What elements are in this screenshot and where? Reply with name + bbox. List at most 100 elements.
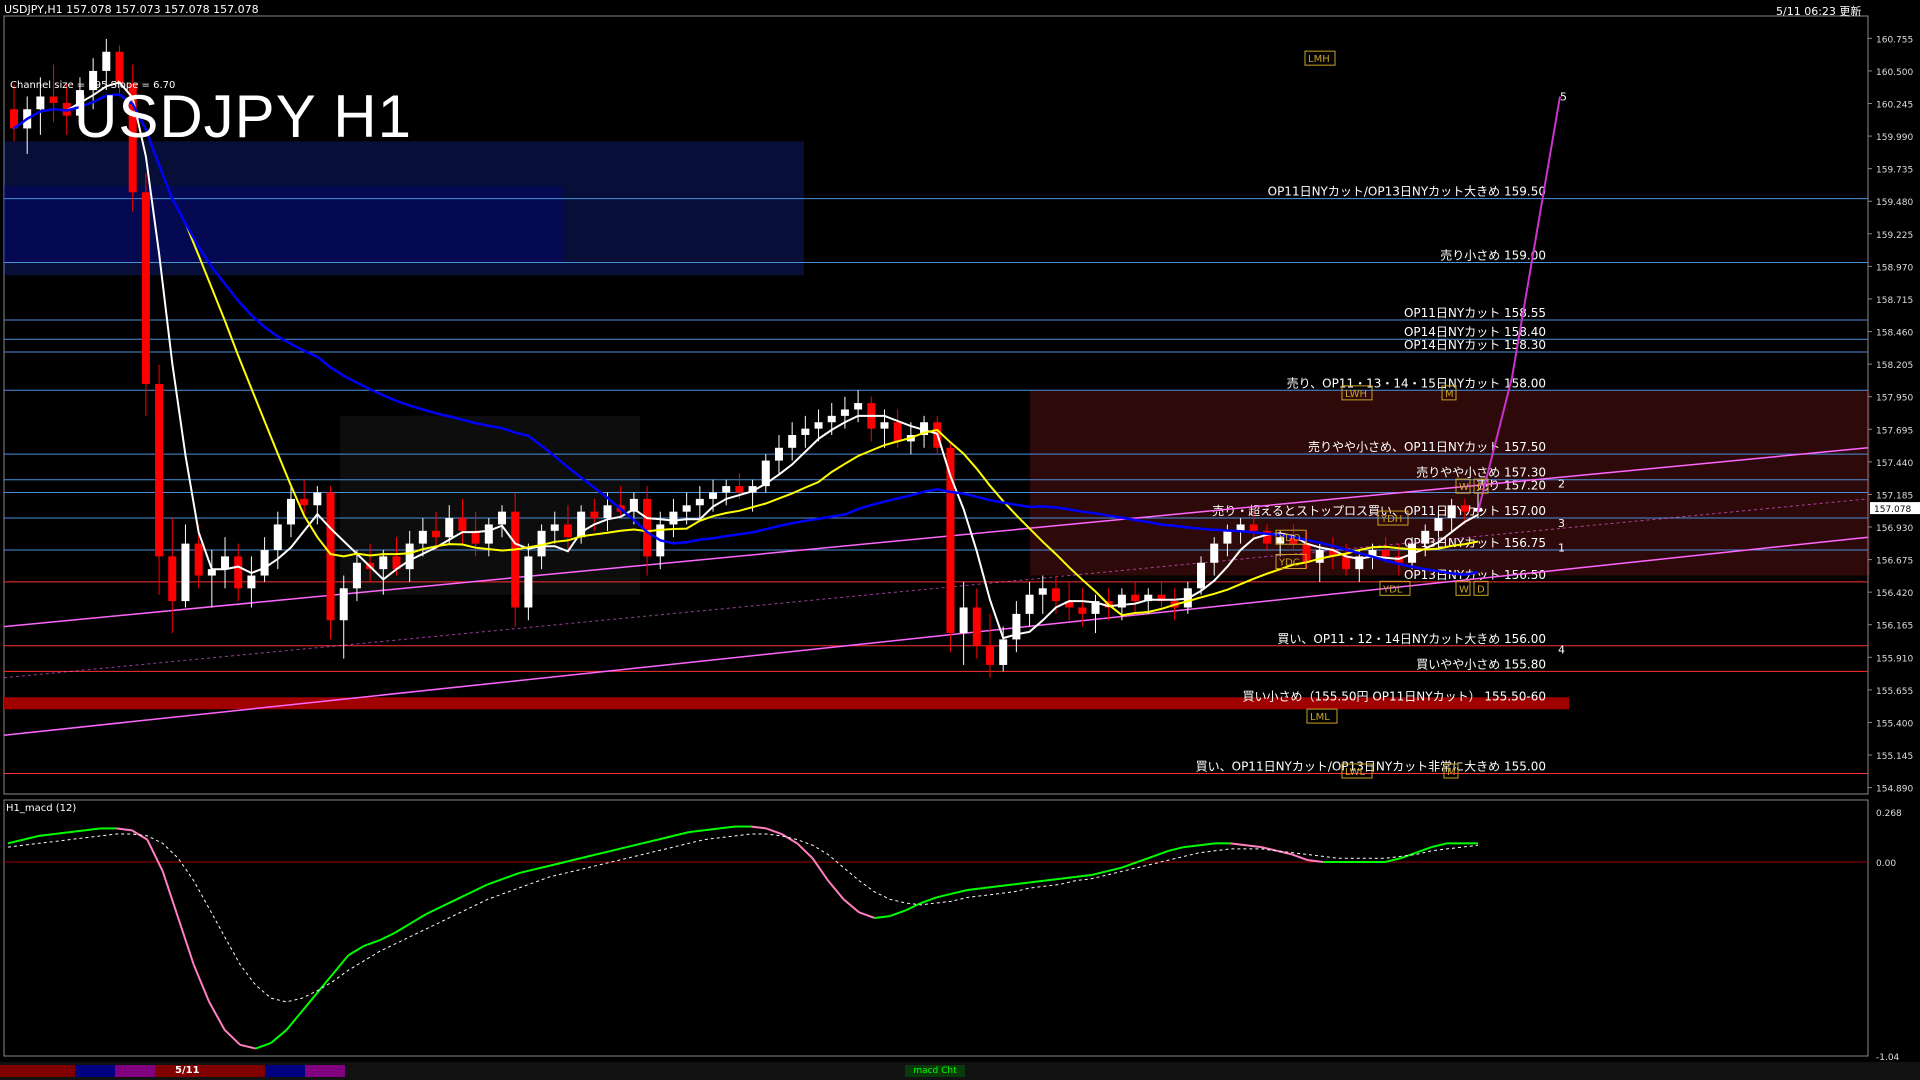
candle-body xyxy=(498,511,506,525)
candle-body xyxy=(484,524,493,544)
macd-main-segment xyxy=(750,825,767,830)
y-tick-label: 157.950 xyxy=(1876,394,1913,404)
candle-body xyxy=(1460,505,1469,512)
timeframe-strip[interactable]: 5/11 xyxy=(0,1065,360,1077)
macd-main-segment xyxy=(54,831,71,836)
candle-body xyxy=(801,428,810,436)
marker-label: LWH xyxy=(1345,389,1367,400)
macd-main-segment xyxy=(1075,874,1092,878)
macd-main-segment xyxy=(471,883,489,893)
candle-body xyxy=(643,498,652,557)
y-tick-label: 158.970 xyxy=(1876,263,1913,273)
price-level-label: 売りやや小さめ、OP11日NYカット 157.50 xyxy=(1308,439,1546,454)
marker-label: M xyxy=(1445,389,1454,400)
y-tick-label: 157.440 xyxy=(1876,459,1913,469)
macd-main-segment xyxy=(85,827,101,832)
macd-main-segment xyxy=(673,831,690,837)
candle-body xyxy=(445,518,454,538)
macd-main-segment xyxy=(595,849,612,856)
marker-label: W xyxy=(1459,482,1469,493)
chart-window: 160.755 160.500 160.245 159.990 159.735 159.4… xyxy=(0,0,1920,1080)
timestamp: 5/11 06:23 更新 xyxy=(1776,5,1862,18)
macd-main-segment xyxy=(38,833,55,837)
candle-body xyxy=(313,492,322,506)
macd-main-segment xyxy=(23,834,40,841)
candle-body xyxy=(234,556,243,589)
candle-body xyxy=(49,96,58,103)
macd-main-segment xyxy=(827,880,845,900)
candle-body xyxy=(893,422,902,442)
macd-main-segment xyxy=(1106,866,1123,873)
y-tick-label: 155.910 xyxy=(1876,654,1913,664)
candle-body xyxy=(247,575,256,589)
y-tick-label: 158.205 xyxy=(1876,361,1913,371)
y-tick-label: 159.990 xyxy=(1876,133,1913,143)
macd-main-segment xyxy=(1199,842,1216,847)
macd-main-segment xyxy=(642,838,659,845)
candle-body xyxy=(959,607,968,634)
macd-main-segment xyxy=(146,839,164,872)
candle-body xyxy=(590,511,599,519)
macd-main-segment xyxy=(239,1043,256,1050)
candle-body xyxy=(1302,543,1311,563)
y-tick-label: 160.500 xyxy=(1876,68,1913,78)
marker-label: LMH xyxy=(1308,54,1330,65)
price-chart[interactable]: 160.755 160.500 160.245 159.990 159.735 159.4… xyxy=(0,0,1920,1080)
y-tick-label: 157.695 xyxy=(1876,426,1913,436)
candle-body xyxy=(458,518,467,531)
macd-main-segment xyxy=(285,1010,303,1031)
candle-body xyxy=(1236,524,1245,531)
macd-main-segment xyxy=(69,829,86,834)
bottom-bar: 5/11 macd Cht xyxy=(0,1062,1920,1080)
candle-body xyxy=(405,543,414,570)
macd-main-segment xyxy=(1013,881,1030,886)
candle-body xyxy=(709,492,718,499)
candle-body xyxy=(511,511,520,608)
ichimoku-cloud-blue-dark xyxy=(4,185,564,263)
price-level-label: 買い、OP11・12・14日NYカット大きめ 156.00 xyxy=(1277,632,1546,646)
macd-main-segment xyxy=(858,911,875,919)
candle-body xyxy=(326,492,335,621)
candle-body xyxy=(432,530,441,538)
price-level-label: 買い、OP11日NYカット/OP13日NYカット非常に大きめ 155.00 xyxy=(1196,760,1546,774)
macd-main-segment xyxy=(502,872,519,880)
candle-body xyxy=(669,511,678,525)
candle-body xyxy=(603,505,612,519)
macd-main-segment xyxy=(378,931,396,942)
macd-main-segment xyxy=(704,827,720,832)
candle-body xyxy=(682,505,691,512)
macd-main-segment xyxy=(796,842,814,859)
candle-body xyxy=(273,524,282,550)
macd-main-segment xyxy=(998,883,1014,888)
macd-main-segment xyxy=(177,917,195,965)
candle-body xyxy=(814,422,823,429)
macd-main-segment xyxy=(1384,857,1401,863)
macd-main-segment xyxy=(1060,875,1076,880)
macd-main-segment xyxy=(363,939,380,947)
macd-main-segment xyxy=(1291,853,1309,862)
macd-main-segment xyxy=(301,991,319,1012)
macd-main-segment xyxy=(347,945,365,957)
wave-label: 3 xyxy=(1558,517,1565,530)
marker-label: W xyxy=(1459,584,1469,595)
macd-main-segment xyxy=(1276,849,1293,856)
price-level-label: OP14日NYカット 158.30 xyxy=(1404,338,1546,352)
candle-body xyxy=(286,498,295,525)
macd-main-segment xyxy=(1121,861,1138,869)
macd-main-segment xyxy=(936,892,953,899)
candle-body xyxy=(221,556,230,570)
candle-body xyxy=(972,607,981,646)
macd-main-segment xyxy=(564,857,581,863)
candle-body xyxy=(36,96,45,110)
macd-main-segment xyxy=(889,909,906,918)
candle-body xyxy=(1434,518,1443,531)
macd-main-segment xyxy=(920,896,937,904)
candle-body xyxy=(788,435,797,448)
channel-mid xyxy=(3,498,1869,679)
macd-main-segment xyxy=(1400,851,1417,860)
macd-main-segment xyxy=(1029,879,1045,884)
wave-label: 4 xyxy=(1558,644,1565,657)
wave-label: 1 xyxy=(1558,541,1565,554)
macd-main-segment xyxy=(270,1029,288,1044)
y-tick-label: 160.245 xyxy=(1876,101,1913,111)
